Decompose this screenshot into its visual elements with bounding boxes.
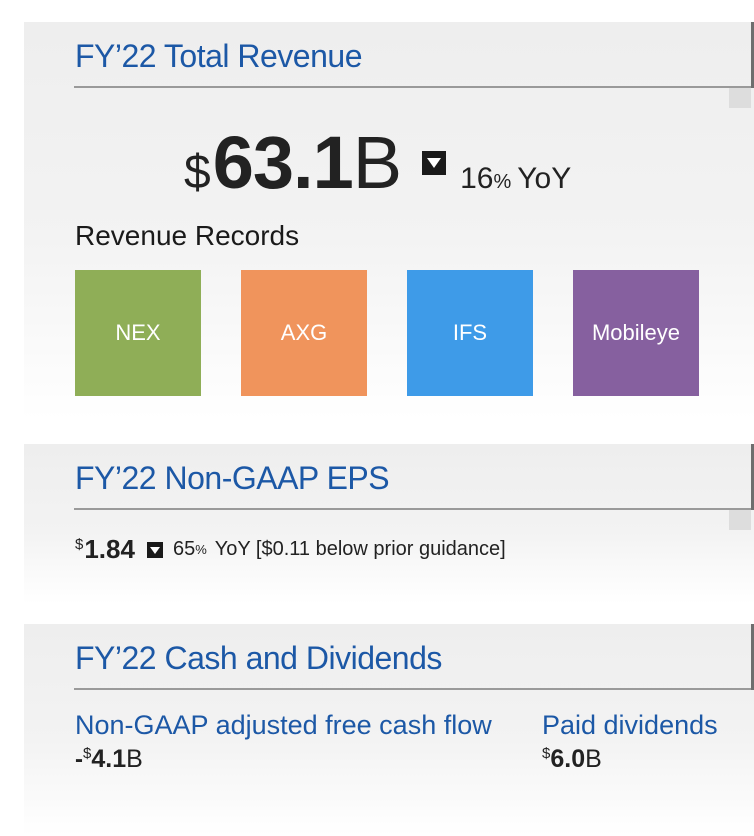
dividends-metric: Paid dividends $ 6.0 B: [542, 710, 718, 774]
fcf-value-line: - $ 4.1 B: [75, 745, 492, 774]
down-triangle-icon: [146, 541, 163, 558]
revenue-figure: $ 63.1 B 16 % YoY: [184, 120, 571, 205]
dividends-currency: $: [542, 745, 551, 762]
revenue-currency: $: [184, 146, 211, 199]
scroll-nub: [729, 510, 751, 530]
dividends-value-line: $ 6.0 B: [542, 745, 718, 774]
eps-yoy-pct: 65: [172, 538, 196, 560]
revenue-yoy-pct: 16: [460, 162, 494, 195]
eps-line: $ 1.84 65 % YoY [$0.11 below prior guida…: [75, 534, 506, 565]
revenue-value: 63.1: [212, 121, 354, 204]
dividends-unit: B: [585, 745, 602, 773]
revenue-records-label: Revenue Records: [75, 220, 300, 251]
fcf-unit: B: [126, 745, 143, 773]
title-divider: [74, 86, 751, 88]
cash-panel: FY’22 Cash and Dividends Non-GAAP adjust…: [24, 624, 754, 836]
revenue-record-tiles: NEX AXG IFS Mobileye: [75, 270, 699, 396]
scroll-nub: [729, 88, 751, 108]
revenue-pct-sign: %: [493, 171, 512, 193]
eps-currency: $: [75, 536, 84, 553]
down-triangle-icon: [422, 150, 447, 175]
eps-detail: YoY [$0.11 below prior guidance]: [214, 538, 506, 560]
dividends-label: Paid dividends: [542, 710, 718, 740]
eps-pct-sign: %: [195, 542, 207, 557]
cash-title: FY’22 Cash and Dividends: [75, 640, 442, 676]
revenue-unit: B: [352, 121, 403, 204]
eps-value: 1.84: [84, 534, 135, 564]
fcf-currency: $: [83, 745, 92, 762]
eps-title: FY’22 Non-GAAP EPS: [75, 460, 390, 496]
fcf-metric: Non-GAAP adjusted free cash flow - $ 4.1…: [75, 710, 492, 774]
tile-axg: AXG: [241, 270, 367, 396]
tile-nex: NEX: [75, 270, 201, 396]
revenue-panel: FY’22 Total Revenue $ 63.1 B 16 % YoY Re…: [24, 22, 754, 420]
title-divider: [74, 508, 751, 510]
revenue-yoy-label: YoY: [517, 162, 572, 195]
tile-ifs: IFS: [407, 270, 533, 396]
revenue-title: FY’22 Total Revenue: [75, 38, 362, 74]
title-divider: [74, 688, 751, 690]
fcf-sign: -: [75, 746, 83, 773]
eps-panel: FY’22 Non-GAAP EPS $ 1.84 65 % YoY [$0.1…: [24, 444, 754, 604]
dividends-value: 6.0: [550, 745, 586, 773]
tile-mobileye: Mobileye: [573, 270, 699, 396]
fcf-value: 4.1: [91, 745, 127, 773]
fcf-label: Non-GAAP adjusted free cash flow: [75, 710, 492, 740]
